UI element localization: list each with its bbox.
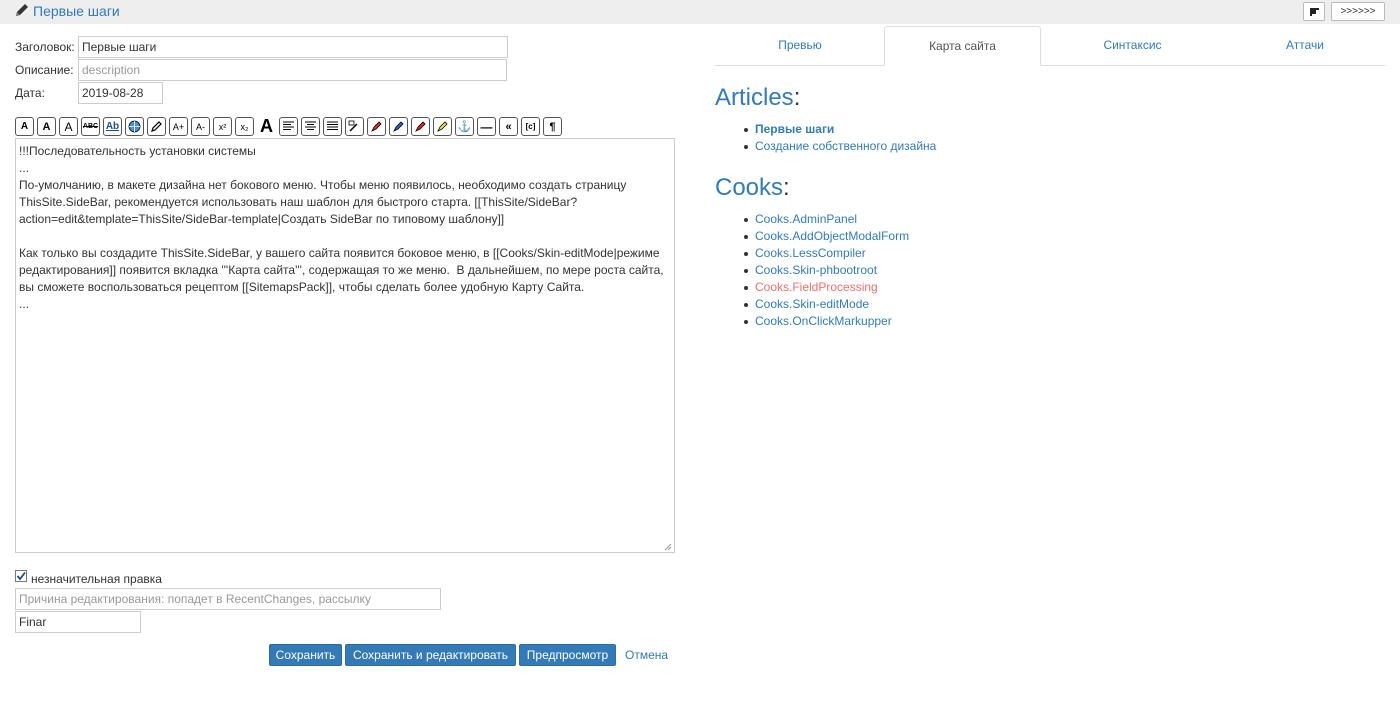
article-link[interactable]: Создание собственного дизайна bbox=[755, 139, 936, 153]
list-item: Cooks.Skin-phbootroot bbox=[741, 262, 909, 279]
cooks-list: Cooks.AdminPanel Cooks.AddObjectModalFor… bbox=[741, 211, 909, 330]
save-button[interactable]: Сохранить bbox=[269, 644, 342, 666]
edit-reason-input[interactable] bbox=[15, 588, 441, 610]
quote-icon[interactable]: « bbox=[499, 117, 518, 136]
tab-sitemap[interactable]: Карта сайта bbox=[884, 26, 1041, 66]
strikethrough-icon[interactable]: ABC bbox=[81, 117, 100, 136]
font-large-icon[interactable]: A bbox=[59, 117, 78, 136]
layout-toggle-button[interactable] bbox=[1303, 2, 1325, 21]
description-input[interactable] bbox=[78, 59, 507, 81]
cook-link[interactable]: Cooks.OnClickMarkupper bbox=[755, 314, 892, 328]
article-link[interactable]: Первые шаги bbox=[755, 122, 834, 136]
cook-link[interactable]: Cooks.Skin-editMode bbox=[755, 297, 869, 311]
editor-toolbar: A A A ABC Ab A+ A-x² x₂ A ⚓ — «[c] ¶ bbox=[15, 117, 562, 136]
blue-highlight-icon[interactable] bbox=[389, 117, 408, 136]
font-increase-icon[interactable]: A+ bbox=[169, 117, 188, 136]
subscript-icon[interactable]: x₂ bbox=[235, 117, 254, 136]
side-tabs: Превью Карта сайта Синтаксис Аттачи bbox=[715, 26, 1385, 66]
tab-preview[interactable]: Превью bbox=[715, 26, 885, 65]
cook-link[interactable]: Cooks.AddObjectModalForm bbox=[755, 229, 909, 243]
code-icon[interactable]: [c] bbox=[521, 117, 540, 136]
globe-link-icon[interactable] bbox=[125, 117, 144, 136]
cook-link[interactable]: Cooks.LessCompiler bbox=[755, 246, 866, 260]
font-small-icon[interactable]: A bbox=[15, 117, 34, 136]
articles-list: Первые шаги Создание собственного дизайн… bbox=[741, 121, 936, 155]
author-input[interactable] bbox=[15, 611, 141, 633]
list-item: Создание собственного дизайна bbox=[741, 138, 936, 155]
red-marker-icon[interactable] bbox=[411, 117, 430, 136]
header-bar: Первые шаги >>>>>> bbox=[0, 0, 1400, 24]
pencil-icon[interactable] bbox=[147, 117, 166, 136]
align-center-icon[interactable] bbox=[301, 117, 320, 136]
cook-link[interactable]: Cooks.AdminPanel bbox=[755, 212, 857, 226]
list-item: Первые шаги bbox=[741, 121, 936, 138]
expand-button[interactable]: >>>>>> bbox=[1331, 2, 1385, 21]
date-label: Дата: bbox=[15, 86, 45, 100]
font-bold-icon[interactable]: A bbox=[37, 117, 56, 136]
paragraph-icon[interactable]: ¶ bbox=[543, 117, 562, 136]
cooks-heading: Cooks: bbox=[715, 174, 790, 201]
description-label: Описание: bbox=[15, 63, 74, 77]
date-input[interactable] bbox=[78, 82, 163, 104]
list-item: Cooks.FieldProcessing bbox=[741, 279, 909, 296]
minor-edit-checkbox[interactable] bbox=[15, 570, 27, 582]
preview-button[interactable]: Предпросмотр bbox=[519, 644, 616, 666]
list-item: Cooks.LessCompiler bbox=[741, 245, 909, 262]
resize-handle-icon[interactable] bbox=[662, 541, 672, 551]
title-input[interactable] bbox=[78, 36, 508, 58]
cooks-heading-link[interactable]: Cooks bbox=[715, 174, 783, 201]
cancel-link[interactable]: Отмена bbox=[625, 648, 668, 662]
minor-edit-label: незначительная правка bbox=[31, 572, 162, 586]
articles-heading-link[interactable]: Articles bbox=[715, 84, 794, 111]
yellow-marker-icon[interactable] bbox=[433, 117, 452, 136]
list-item: Cooks.AddObjectModalForm bbox=[741, 228, 909, 245]
anchor-icon[interactable]: ⚓ bbox=[455, 117, 474, 136]
superscript-icon[interactable]: x² bbox=[213, 117, 232, 136]
tab-syntax[interactable]: Синтаксис bbox=[1055, 26, 1210, 65]
table-icon[interactable] bbox=[345, 117, 364, 136]
red-highlight-icon[interactable] bbox=[367, 117, 386, 136]
align-left-icon[interactable] bbox=[279, 117, 298, 136]
list-item: Cooks.AdminPanel bbox=[741, 211, 909, 228]
page-title-link[interactable]: Первые шаги bbox=[33, 3, 120, 19]
articles-heading: Articles: bbox=[715, 84, 801, 111]
cook-link[interactable]: Cooks.Skin-phbootroot bbox=[755, 263, 877, 277]
list-item: Cooks.OnClickMarkupper bbox=[741, 313, 909, 330]
underline-link-icon[interactable]: Ab bbox=[103, 117, 122, 136]
save-and-edit-button[interactable]: Сохранить и редактировать bbox=[345, 644, 516, 666]
hr-icon[interactable]: — bbox=[477, 117, 496, 136]
pencil-icon bbox=[16, 4, 28, 16]
tab-attachments[interactable]: Аттачи bbox=[1225, 26, 1385, 65]
big-a-icon[interactable]: A bbox=[257, 117, 276, 136]
font-decrease-icon[interactable]: A- bbox=[191, 117, 210, 136]
align-justify-icon[interactable] bbox=[323, 117, 342, 136]
cook-link-missing[interactable]: Cooks.FieldProcessing bbox=[755, 280, 878, 294]
editor-textarea[interactable]: !!!Последовательность установки системы … bbox=[15, 138, 675, 553]
checkmark-icon bbox=[16, 571, 26, 581]
list-item: Cooks.Skin-editMode bbox=[741, 296, 909, 313]
title-label: Заголовок: bbox=[15, 40, 75, 54]
